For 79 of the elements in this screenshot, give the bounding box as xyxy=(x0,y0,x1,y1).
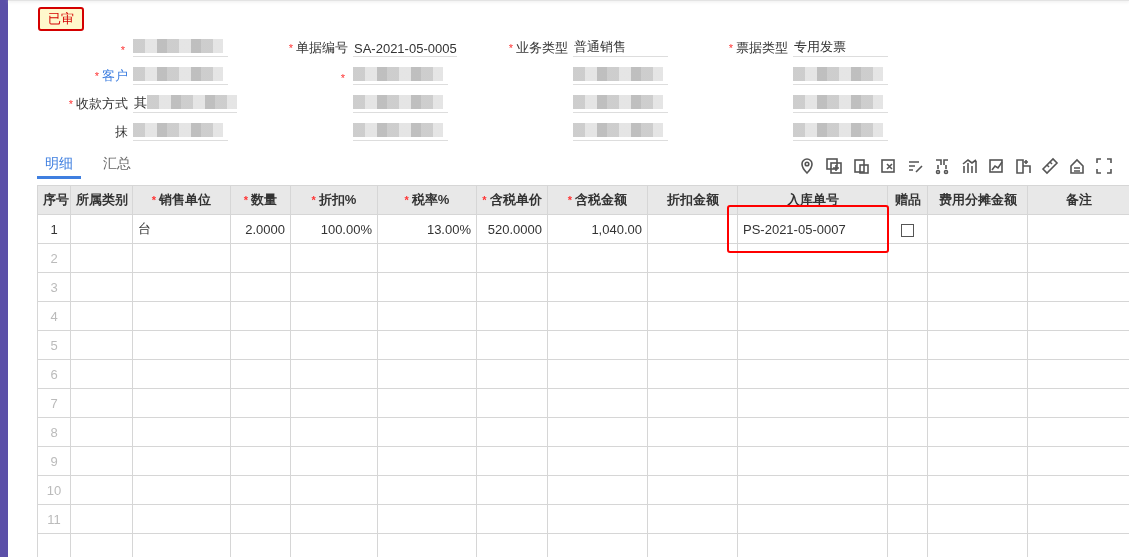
required-mark: * xyxy=(567,194,573,206)
required-mark: * xyxy=(340,72,345,84)
field-label: 业务类型 xyxy=(516,40,568,55)
row-number: 4 xyxy=(37,301,71,331)
row-number: 5 xyxy=(37,330,71,360)
trend-chart-icon[interactable] xyxy=(987,157,1005,175)
required-mark: * xyxy=(508,42,513,54)
column-header: 赠品 xyxy=(887,185,928,215)
row-number: 10 xyxy=(37,475,71,505)
row-number: 2 xyxy=(37,243,71,273)
column-header: * 税率% xyxy=(377,185,477,215)
column-header: * 含税单价 xyxy=(476,185,548,215)
checkbox[interactable] xyxy=(901,223,914,237)
column-header: 备注 xyxy=(1027,185,1129,215)
input-field[interactable] xyxy=(793,120,888,141)
add-copy-icon[interactable] xyxy=(825,157,843,175)
column-header: * 销售单位 xyxy=(132,185,231,215)
required-mark: * xyxy=(120,44,125,56)
input-field[interactable] xyxy=(793,64,888,85)
input-field[interactable]: 其 xyxy=(133,92,237,113)
paste-icon[interactable] xyxy=(852,157,870,175)
input-field[interactable] xyxy=(573,64,668,85)
row-number: 9 xyxy=(37,446,71,476)
row-number: 3 xyxy=(37,272,71,302)
table-cell: 520.0000 xyxy=(476,214,548,244)
input-field[interactable] xyxy=(133,64,228,85)
column-header: 所属类别 xyxy=(70,185,133,215)
input-field[interactable]: SA-2021-05-0005 xyxy=(353,36,457,57)
input-field[interactable]: 专用发票 xyxy=(793,36,888,57)
split-icon[interactable] xyxy=(933,157,951,175)
required-mark: * xyxy=(68,98,73,110)
row-number: 6 xyxy=(37,359,71,389)
row-number: 11 xyxy=(37,504,71,534)
column-header: 序号 xyxy=(37,185,71,215)
column-header: 折扣金额 xyxy=(647,185,738,215)
table-cell: 台 xyxy=(132,214,231,244)
input-field[interactable] xyxy=(133,120,228,141)
field-label: 收款方式 xyxy=(76,96,128,111)
required-mark: * xyxy=(311,194,316,206)
column-header: * 含税金额 xyxy=(547,185,648,215)
fullscreen-icon[interactable] xyxy=(1095,157,1113,175)
delete-row-icon[interactable] xyxy=(879,157,897,175)
ruler-icon[interactable] xyxy=(1041,157,1059,175)
required-mark: * xyxy=(404,194,409,206)
column-header: * 折扣% xyxy=(290,185,378,215)
bar-chart-icon[interactable] xyxy=(960,157,978,175)
table-cell: 100.00% xyxy=(290,214,378,244)
required-mark: * xyxy=(288,42,293,54)
table-cell: 2.0000 xyxy=(230,214,291,244)
input-field[interactable] xyxy=(573,92,668,113)
input-field[interactable] xyxy=(353,92,448,113)
row-number: 1 xyxy=(37,214,71,244)
required-mark: * xyxy=(151,194,157,206)
field-label: 抹 xyxy=(115,124,128,139)
column-header: * 数量 xyxy=(230,185,291,215)
column-header: 费用分摊金额 xyxy=(927,185,1028,215)
required-mark: * xyxy=(728,42,733,54)
location-pin-icon[interactable] xyxy=(798,157,816,175)
input-field[interactable]: 普通销售 xyxy=(573,36,668,57)
status-badge: 已审 xyxy=(38,7,84,31)
table-cell: 1,040.00 xyxy=(547,214,648,244)
field-label: 单据编号 xyxy=(296,40,348,55)
required-mark: * xyxy=(482,194,487,206)
input-field[interactable] xyxy=(573,120,668,141)
field-label: 票据类型 xyxy=(736,40,788,55)
home-icon[interactable] xyxy=(1068,157,1086,175)
row-number: 8 xyxy=(37,417,71,447)
field-link[interactable]: 客户 xyxy=(102,68,128,83)
tab[interactable]: 明细 xyxy=(37,155,81,179)
row-number: 7 xyxy=(37,388,71,418)
input-field[interactable] xyxy=(133,36,228,57)
table-cell: 13.00% xyxy=(377,214,477,244)
input-field[interactable] xyxy=(793,92,888,113)
required-mark: * xyxy=(243,194,249,206)
input-field[interactable] xyxy=(353,64,448,85)
input-field[interactable] xyxy=(353,120,448,141)
required-mark: * xyxy=(94,70,99,82)
tab[interactable]: 汇总 xyxy=(95,155,139,179)
layout-icon[interactable] xyxy=(1014,157,1032,175)
